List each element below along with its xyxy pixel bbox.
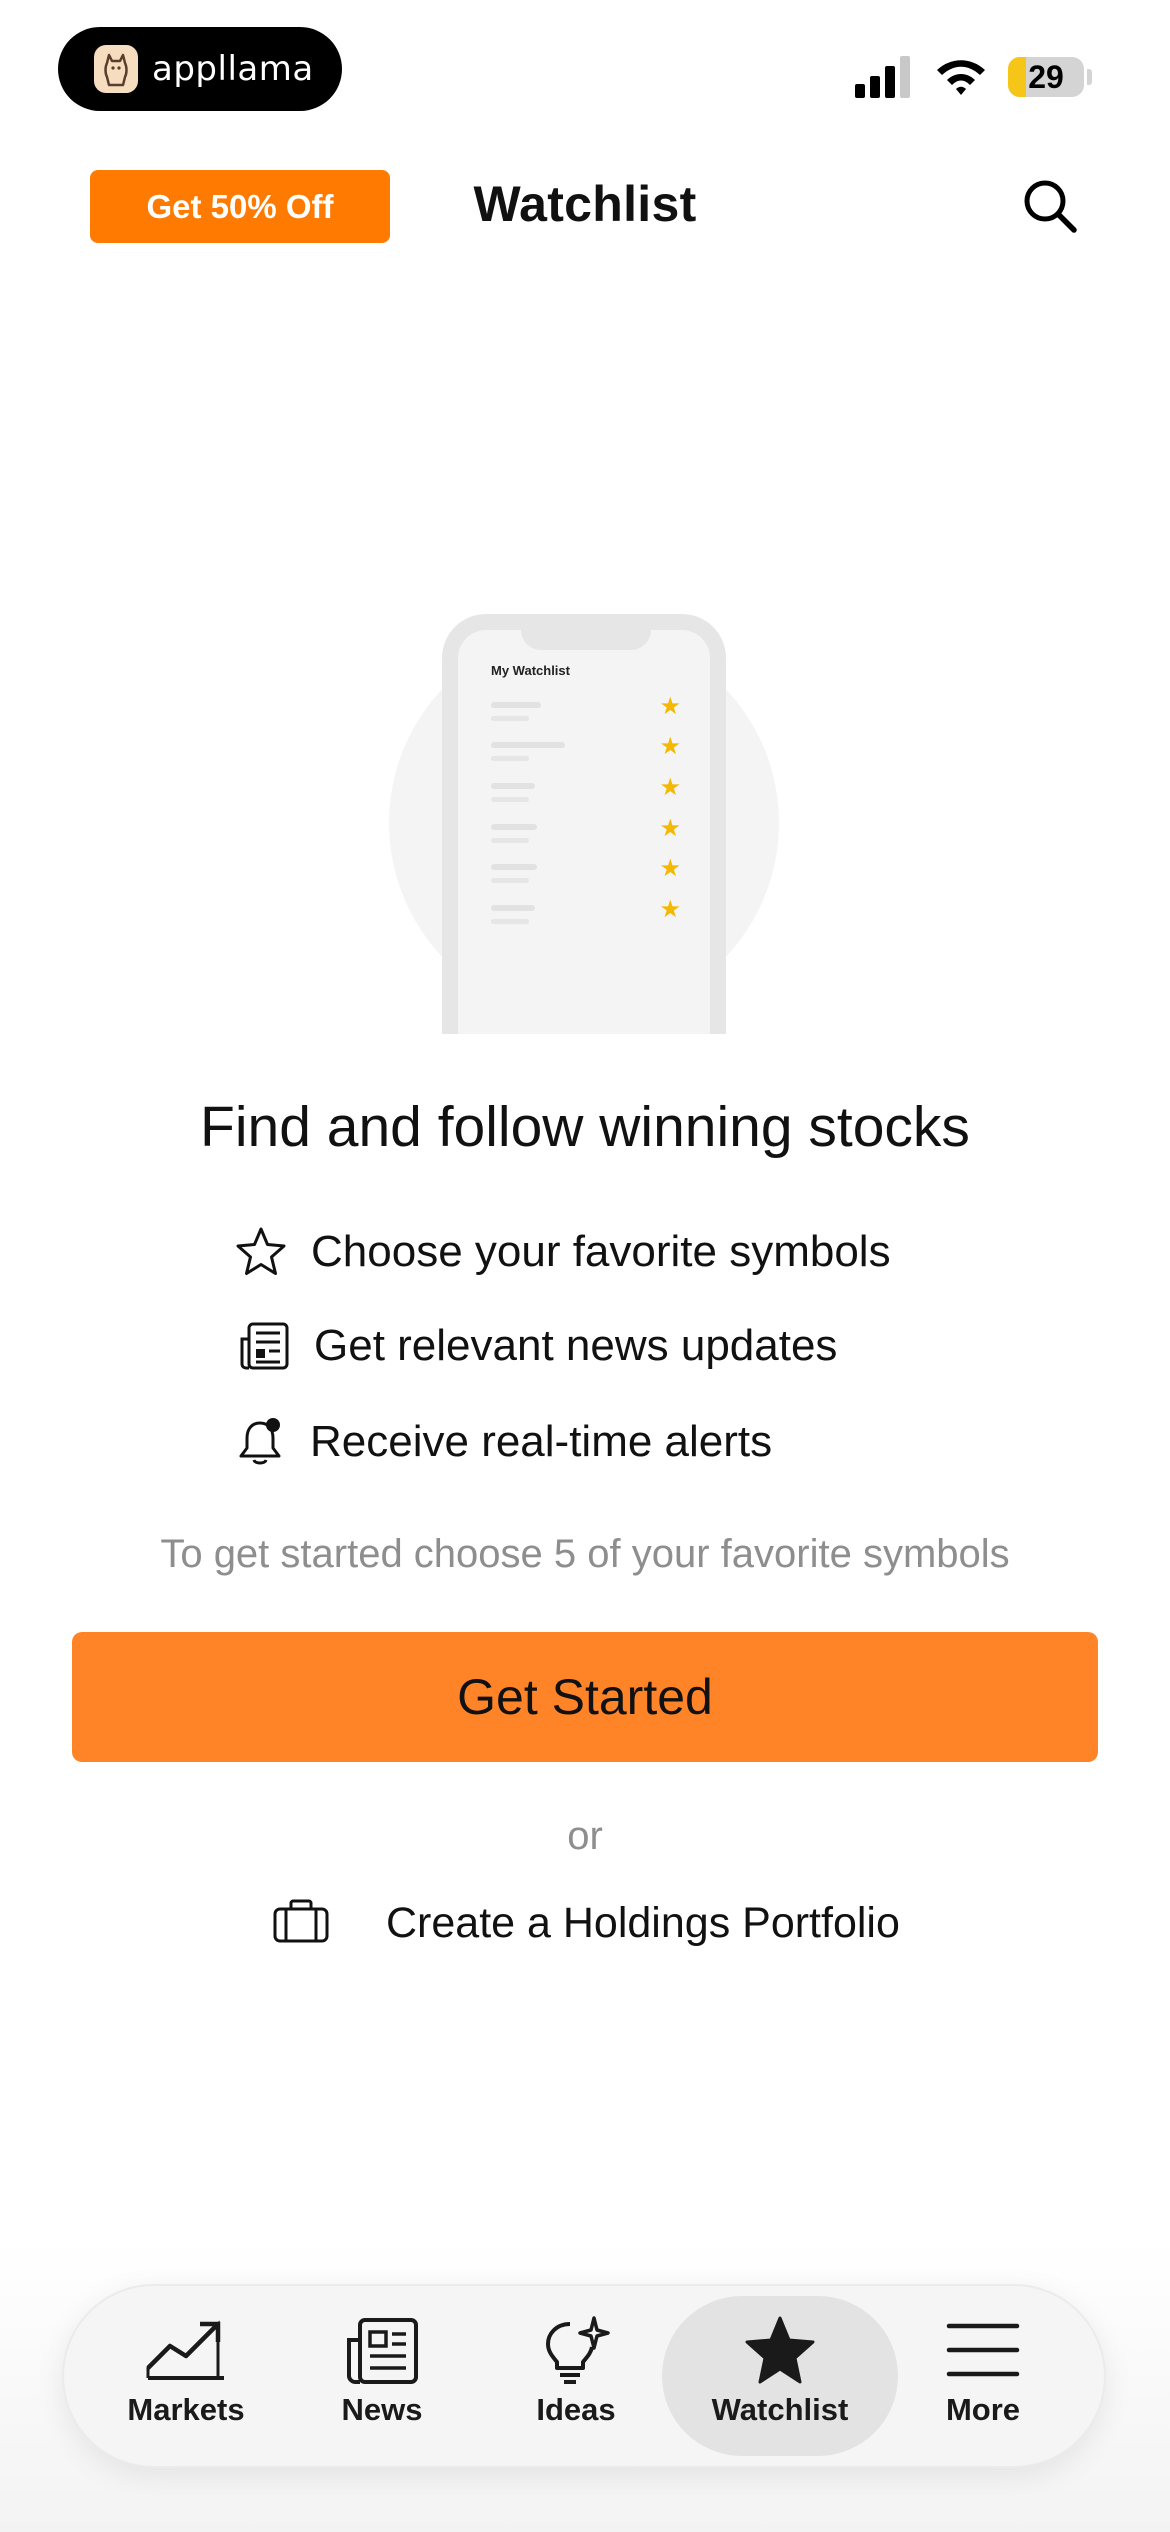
battery-tip [1087, 69, 1092, 85]
page-title: Watchlist [473, 176, 697, 232]
tab-markets[interactable]: Markets [86, 2316, 286, 2446]
llama-logo-icon [94, 45, 138, 93]
or-divider: or [567, 1814, 603, 1858]
star-icon: ★ [659, 896, 681, 923]
create-portfolio-label: Create a Holdings Portfolio [386, 1898, 900, 1947]
feature-row: Get relevant news updates [236, 1318, 837, 1374]
illustration-phone-title: My Watchlist [491, 663, 570, 678]
feature-label: Choose your favorite symbols [311, 1227, 891, 1276]
illustration-row: ★ [491, 896, 681, 935]
battery-level: 29 [1028, 58, 1064, 95]
feature-label: Receive real-time alerts [310, 1417, 773, 1466]
chart-trend-icon [146, 2320, 224, 2380]
star-icon: ★ [659, 774, 681, 801]
phone-notch [521, 614, 651, 650]
tab-label: Watchlist [711, 2392, 849, 2427]
wifi-icon [937, 60, 985, 95]
star-icon: ★ [659, 855, 681, 882]
tab-label: News [341, 2392, 423, 2427]
cellular-signal-icon [855, 56, 910, 98]
app-badge-pill[interactable]: appllama [58, 27, 342, 111]
search-icon [1024, 180, 1077, 233]
illustration-row: ★ [491, 774, 681, 813]
search-button[interactable] [1020, 176, 1080, 236]
illustration-row: ★ [491, 855, 681, 894]
tab-more[interactable]: More [883, 2316, 1083, 2446]
helper-text: To get started choose 5 of your favorite… [160, 1532, 1010, 1576]
tab-ideas[interactable]: Ideas [476, 2316, 676, 2446]
feature-row: Receive real-time alerts [232, 1414, 772, 1470]
battery-indicator: 29 [1008, 57, 1084, 97]
tab-label: Markets [127, 2392, 245, 2427]
app-badge-label: appllama [152, 49, 314, 89]
create-portfolio-link[interactable]: Create a Holdings Portfolio [272, 1890, 900, 1956]
star-filled-icon [745, 2316, 815, 2384]
menu-icon [946, 2323, 1020, 2377]
tab-label: More [945, 2392, 1021, 2427]
bell-alert-icon [232, 1414, 288, 1470]
tab-label: Ideas [536, 2392, 616, 2427]
illustration-row: ★ [491, 733, 681, 772]
illustration-row: ★ [491, 693, 681, 732]
empty-state-headline: Find and follow winning stocks [200, 1095, 970, 1159]
feature-label: Get relevant news updates [314, 1321, 838, 1370]
newspaper-icon [347, 2318, 418, 2384]
briefcase-icon [272, 1898, 330, 1949]
star-outline-icon [233, 1224, 289, 1280]
star-icon: ★ [659, 733, 681, 760]
newspaper-icon [236, 1318, 292, 1374]
lightbulb-sparkle-icon [546, 2316, 610, 2384]
tab-watchlist[interactable]: Watchlist [680, 2316, 880, 2446]
tab-news[interactable]: News [282, 2316, 482, 2446]
feature-row: Choose your favorite symbols [233, 1224, 891, 1280]
illustration-row: ★ [491, 815, 681, 854]
star-icon: ★ [659, 693, 681, 720]
get-started-button[interactable]: Get Started [72, 1632, 1098, 1762]
star-icon: ★ [659, 815, 681, 842]
